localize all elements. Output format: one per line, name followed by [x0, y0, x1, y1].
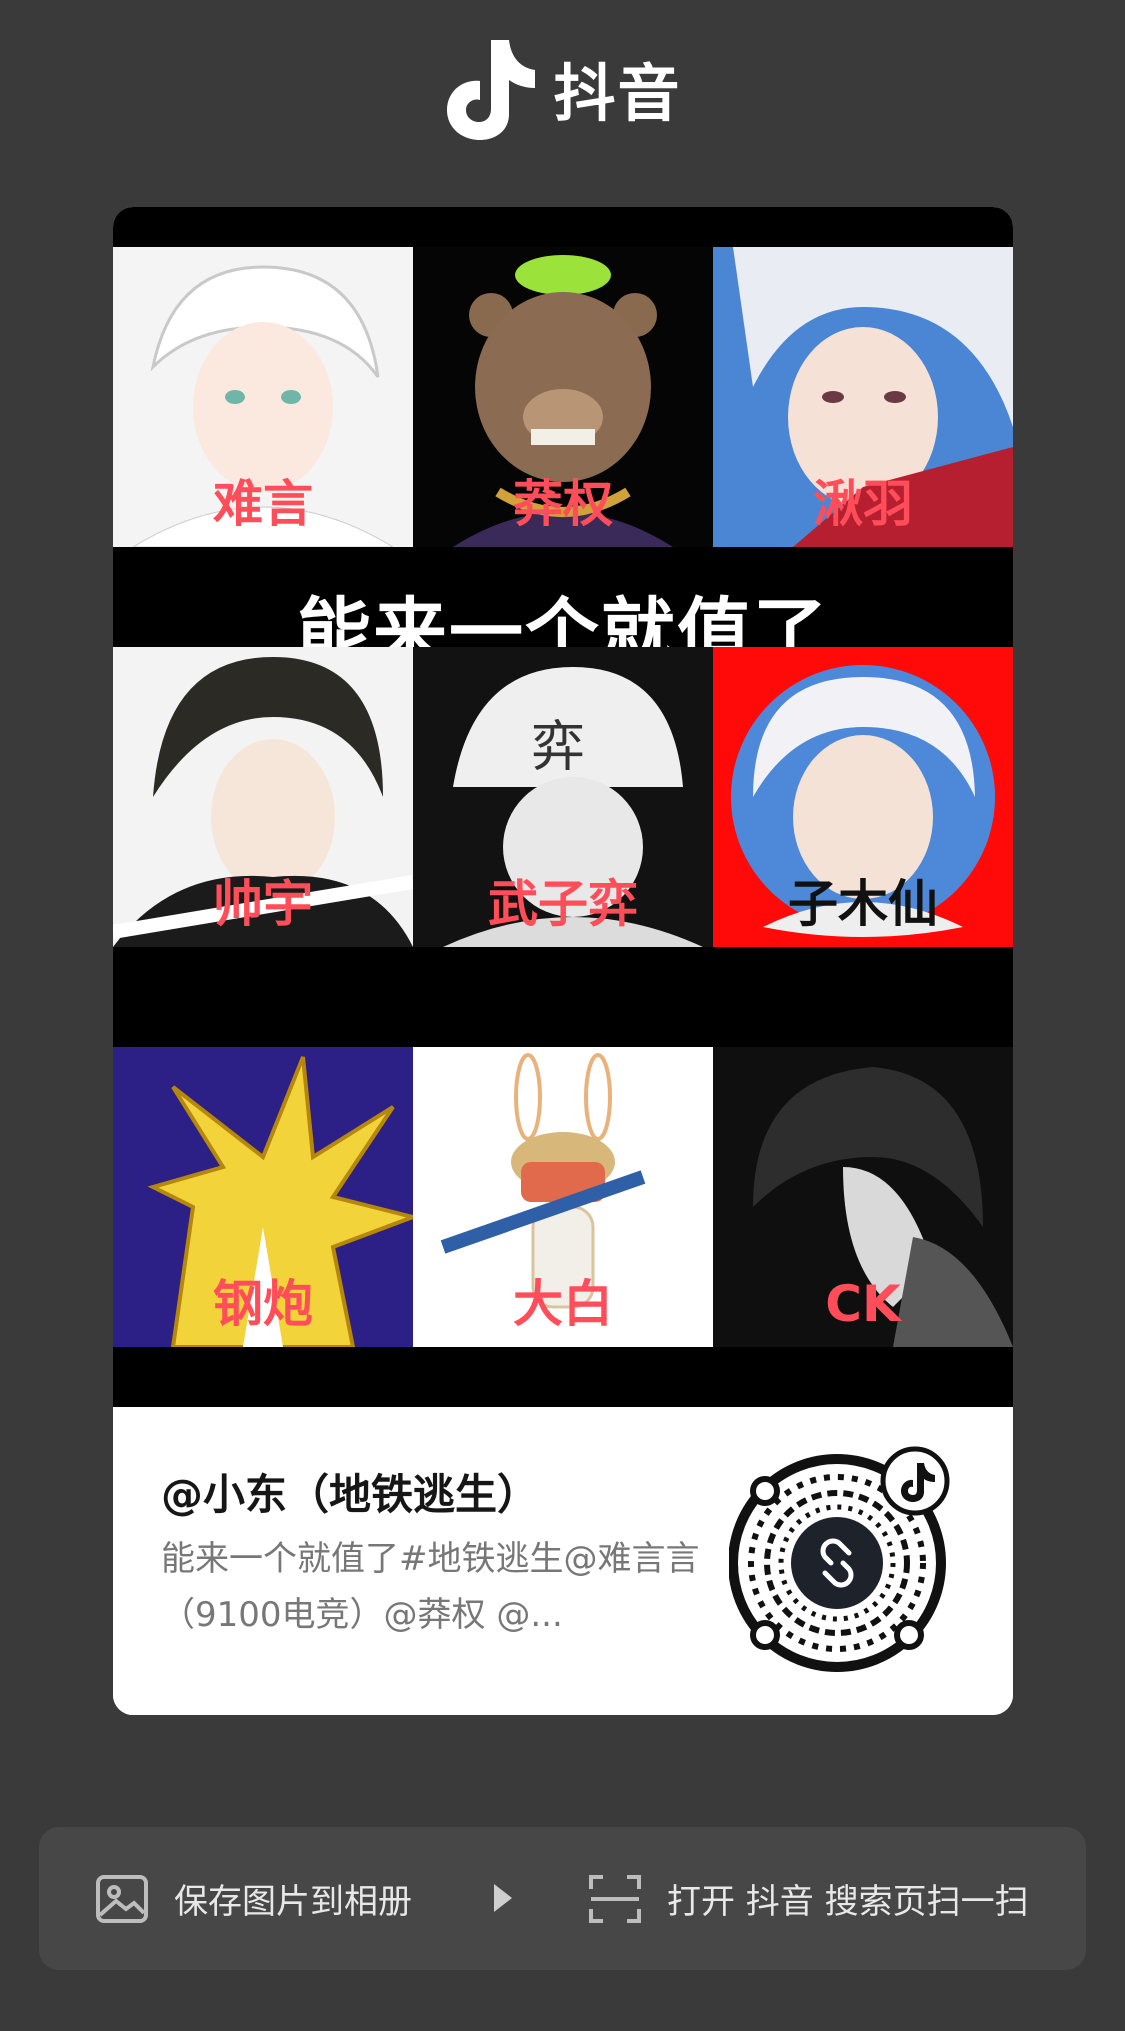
video-description: 能来一个就值了#地铁逃生@难言言（9100电竞）@莽权 @...: [161, 1539, 700, 1635]
video-cover[interactable]: 难言 莽权 湫羽 能来一个就值了 帅宇 弈 武子弈 子木仙 钢炮 大白 CK: [113, 207, 1013, 1407]
share-card: 难言 莽权 湫羽 能来一个就值了 帅宇 弈 武子弈 子木仙 钢炮 大白 CK @…: [113, 207, 1013, 1715]
app-name: 抖音: [553, 57, 682, 130]
cover-tile: 大白: [413, 1047, 713, 1347]
svg-text:弈: 弈: [531, 715, 585, 778]
qr-code[interactable]: [729, 1445, 965, 1681]
author-name[interactable]: @小东（地铁逃生）: [161, 1461, 539, 1522]
cover-tile: 湫羽: [713, 247, 1013, 547]
tile-name: 难言: [213, 475, 313, 533]
tile-name: 大白: [513, 1275, 613, 1333]
image-icon: [96, 1874, 148, 1923]
save-label: 保存图片到相册: [174, 1882, 412, 1922]
cover-tile: 弈 武子弈: [413, 647, 713, 947]
cover-tile: 子木仙: [713, 647, 1013, 947]
scan-icon: [589, 1874, 641, 1923]
scan-label: 打开 抖音 搜索页扫一扫: [667, 1882, 1029, 1922]
scan-search-button[interactable]: 打开 抖音 搜索页扫一扫: [587, 1827, 1029, 1970]
video-info: @小东（地铁逃生） 能来一个就值了#地铁逃生@难言言（9100电竞）@莽权 @.…: [113, 1407, 1013, 1715]
tile-name: 帅宇: [213, 875, 313, 933]
tile-name: CK: [825, 1275, 901, 1333]
app-brand: 抖音: [0, 36, 1125, 140]
cover-tile: CK: [713, 1047, 1013, 1347]
tile-name: 武子弈: [488, 875, 638, 933]
douyin-note-icon: [447, 40, 536, 140]
cover-tile: 帅宇: [113, 647, 413, 947]
play-arrow-icon: [494, 1884, 512, 1912]
tile-name: 莽权: [513, 475, 613, 533]
cover-tile: 钢炮: [113, 1047, 413, 1347]
tile-name: 湫羽: [813, 475, 913, 533]
cover-tile: 莽权: [413, 247, 713, 547]
cover-tile: 难言: [113, 247, 413, 547]
tile-name: 子木仙: [788, 875, 938, 933]
tile-name: 钢炮: [213, 1275, 313, 1333]
save-to-album-button[interactable]: 保存图片到相册: [94, 1827, 412, 1970]
action-bar: 保存图片到相册 打开 抖音 搜索页扫一扫: [39, 1827, 1086, 1970]
